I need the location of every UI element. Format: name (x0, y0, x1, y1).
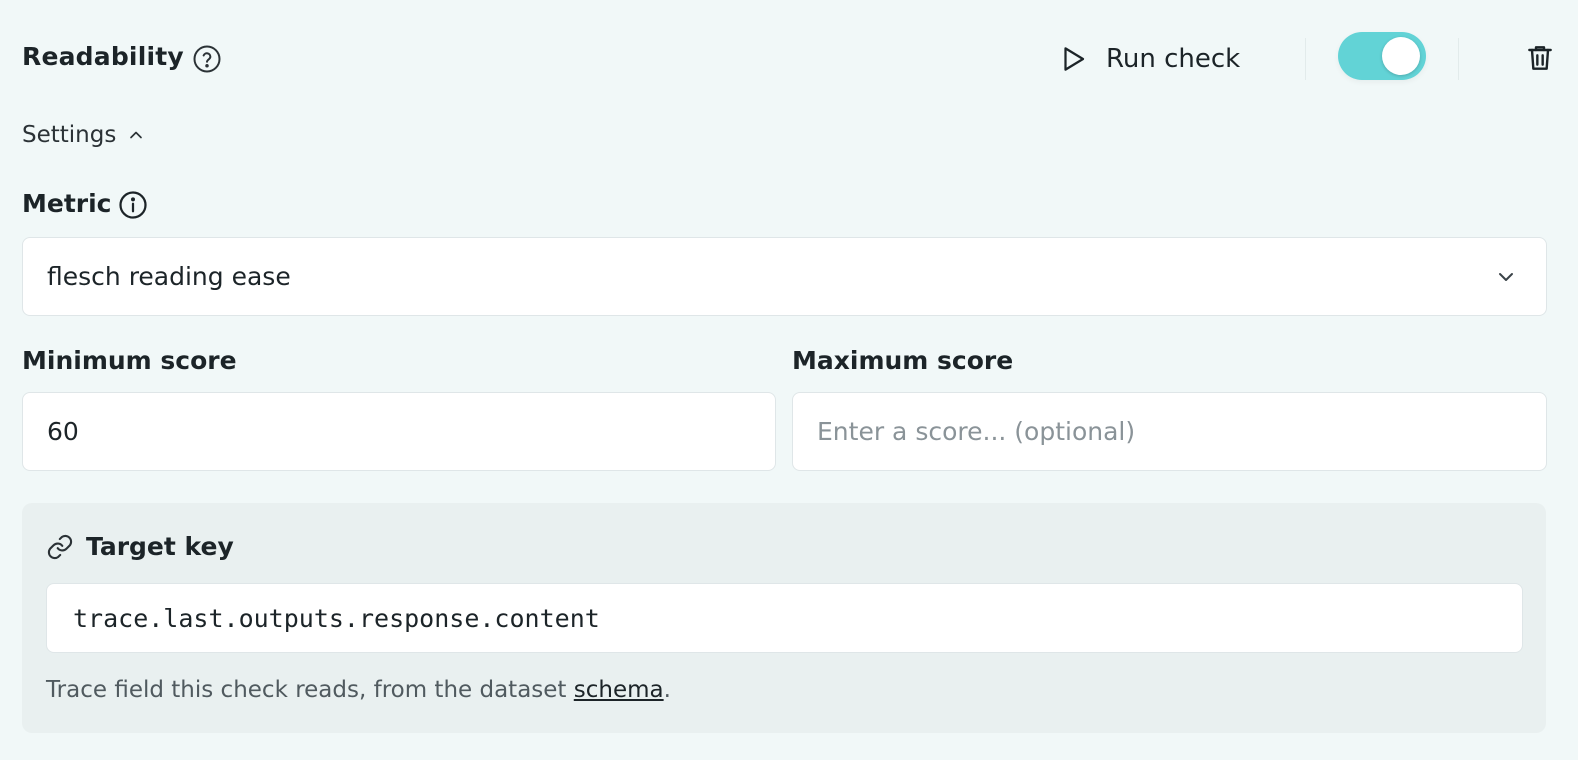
run-check-button[interactable]: Run check (1058, 40, 1240, 78)
max-score-label: Maximum score (792, 346, 1014, 375)
enable-toggle[interactable] (1338, 32, 1426, 80)
target-key-input[interactable]: trace.last.outputs.response.content (46, 583, 1523, 653)
divider (1305, 38, 1306, 80)
schema-link[interactable]: schema (574, 677, 664, 703)
min-score-input[interactable]: 60 (22, 392, 776, 471)
play-icon (1064, 47, 1085, 71)
chevron-up-icon (130, 131, 143, 139)
metric-label: Metric (22, 189, 112, 218)
target-key-panel: Target key trace.last.outputs.response.c… (22, 503, 1546, 733)
divider (1458, 38, 1459, 80)
metric-value: flesch reading ease (47, 262, 291, 291)
hint-text: Trace field this check reads, from the d… (46, 677, 574, 703)
target-key-hint: Trace field this check reads, from the d… (46, 677, 671, 703)
link-icon (47, 534, 73, 560)
metric-select[interactable]: flesch reading ease (22, 237, 1547, 316)
trash-icon[interactable] (1524, 42, 1556, 74)
target-key-label: Target key (86, 532, 234, 561)
target-key-value: trace.last.outputs.response.content (73, 603, 600, 633)
min-score-value: 60 (47, 417, 79, 446)
help-icon[interactable] (192, 44, 222, 74)
hint-suffix: . (663, 677, 671, 703)
min-score-label: Minimum score (22, 346, 237, 375)
max-score-input[interactable]: Enter a score... (optional) (792, 392, 1547, 471)
settings-toggle[interactable]: Settings (22, 122, 146, 148)
run-check-label: Run check (1106, 44, 1241, 74)
chevron-down-icon (1499, 273, 1513, 281)
info-icon[interactable] (118, 190, 148, 220)
settings-label: Settings (22, 122, 117, 148)
check-title: Readability (22, 42, 184, 71)
toggle-knob (1382, 37, 1420, 75)
check-header: Readability Run check (22, 32, 1556, 80)
max-score-placeholder: Enter a score... (optional) (817, 417, 1136, 446)
